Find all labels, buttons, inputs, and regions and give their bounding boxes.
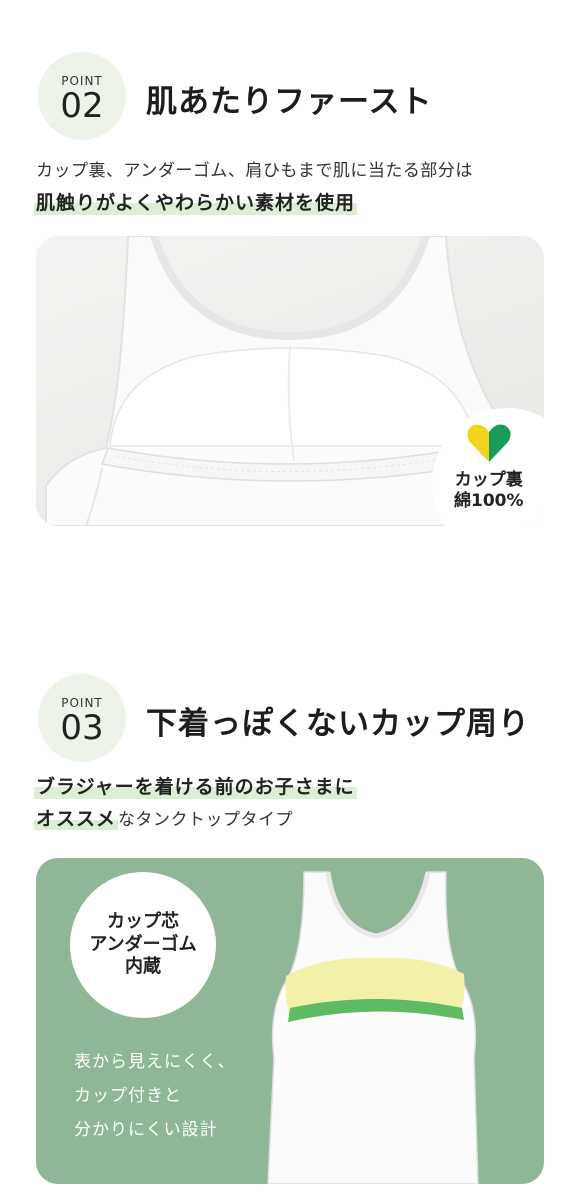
overlay-line-1: 表から見えにくく、 [74, 1052, 236, 1072]
badge-line-1: カップ裏 [454, 470, 523, 490]
badge-line-1: カップ芯 [107, 911, 179, 933]
overlay-line-2: カップ付きと [74, 1086, 182, 1106]
overlay-line-3: 分かりにくい設計 [74, 1120, 218, 1140]
recommend-normal: なタンクトップタイプ [118, 810, 294, 830]
point-02-badge: POINT 02 [38, 52, 126, 140]
bra-top-photo: カップ裏 綿100% [36, 236, 544, 526]
highlight-line: ブラジャーを着ける前のお子さまに [34, 772, 357, 799]
cup-core-badge: カップ芯 アンダーゴム 内蔵 [70, 872, 216, 1018]
badge-line-2: 綿100% [454, 491, 524, 512]
heart-icon [466, 422, 512, 468]
highlight-line: 肌触りがよくやわらかい素材を使用 [34, 188, 358, 215]
badge-line-3: 内蔵 [125, 956, 161, 978]
tank-top-photo: カップ芯 アンダーゴム 内蔵 表から見えにくく、 カップ付きと 分かりにくい設計 [36, 858, 544, 1184]
badge-line-2: アンダーゴム [89, 933, 197, 955]
point-number: 02 [60, 86, 104, 126]
recommend-bold: オススメ [34, 808, 119, 830]
point-03-badge: POINT 03 [38, 674, 126, 762]
description-line: カップ裏、アンダーゴム、肩ひもまで肌に当たる部分は [36, 161, 473, 181]
recommend-line: オススメ なタンクトップタイプ [34, 804, 293, 831]
section-heading: 肌あたりファースト [146, 84, 433, 120]
point-number: 03 [60, 708, 104, 748]
section-heading: 下着っぽくないカップ周り [146, 706, 530, 742]
